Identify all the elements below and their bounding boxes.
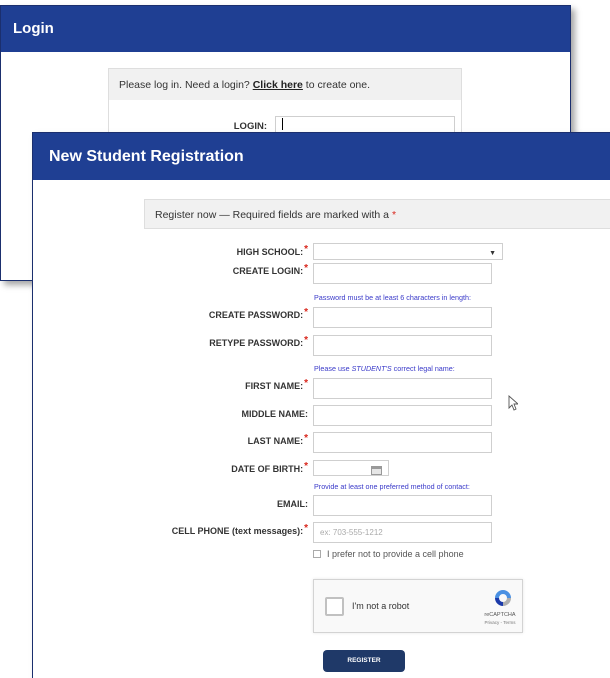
first-name-input[interactable] [313, 378, 492, 399]
mouse-cursor-icon [508, 395, 518, 411]
retype-password-label-text: RETYPE PASSWORD: [209, 338, 304, 348]
required-asterisk: * [304, 335, 308, 346]
date-of-birth-input[interactable] [313, 460, 389, 476]
middle-name-label-text: MIDDLE NAME: [241, 409, 309, 419]
date-of-birth-label: DATE OF BIRTH:* [108, 461, 308, 475]
high-school-select[interactable]: ▼ [313, 243, 503, 260]
create-password-label-text: CREATE PASSWORD: [208, 310, 304, 320]
first-name-label-text: FIRST NAME: [245, 381, 304, 391]
registration-header-text: Register now — Required fields are marke… [155, 209, 392, 221]
required-asterisk: * [304, 523, 308, 534]
recaptcha-widget: I'm not a robot reCAPTCHA Privacy - Term… [313, 579, 523, 633]
middle-name-label: MIDDLE NAME: [108, 409, 309, 419]
no-cell-phone-option[interactable]: I prefer not to provide a cell phone [313, 549, 464, 559]
create-password-label: CREATE PASSWORD:* [108, 307, 308, 321]
recaptcha-brand: reCAPTCHA [484, 612, 516, 618]
chevron-down-icon: ▼ [489, 250, 496, 257]
password-hint: Password must be at least 6 characters i… [314, 293, 472, 302]
date-of-birth-label-text: DATE OF BIRTH: [231, 464, 304, 474]
cell-phone-input[interactable]: ex: 703-555-1212 [313, 522, 492, 543]
cell-phone-label: CELL PHONE (text messages):* [108, 523, 308, 537]
email-label-text: EMAIL: [277, 499, 308, 509]
required-asterisk: * [304, 378, 308, 389]
required-asterisk: * [304, 433, 308, 444]
legal-name-hint: Please use STUDENT'S correct legal name: [314, 364, 455, 373]
registration-header: Register now — Required fields are marke… [144, 199, 610, 229]
required-asterisk: * [304, 461, 308, 472]
cell-phone-label-text: CELL PHONE (text messages): [171, 526, 304, 536]
required-asterisk: * [304, 307, 308, 318]
calendar-icon[interactable] [371, 466, 382, 475]
high-school-label-text: HIGH SCHOOL: [236, 247, 304, 257]
create-login-input[interactable] [313, 263, 492, 284]
create-login-label: CREATE LOGIN:* [108, 263, 308, 277]
create-login-label-text: CREATE LOGIN: [232, 266, 304, 276]
text-caret [282, 118, 283, 130]
legal-name-hint-emphasis: STUDENT'S [351, 364, 392, 373]
required-asterisk: * [304, 244, 308, 255]
first-name-label: FIRST NAME:* [108, 378, 308, 392]
last-name-input[interactable] [313, 432, 492, 453]
no-cell-phone-checkbox[interactable] [313, 550, 321, 558]
login-notice: Please log in. Need a login? Click here … [108, 68, 462, 100]
login-title: Login [1, 6, 570, 52]
login-notice-text: Please log in. Need a login? [119, 79, 253, 91]
retype-password-input[interactable] [313, 335, 492, 356]
legal-name-hint-suffix: correct legal name: [391, 364, 455, 373]
recaptcha-checkbox[interactable] [325, 597, 344, 616]
email-label: EMAIL: [108, 499, 308, 509]
recaptcha-privacy-terms-link[interactable]: Privacy - Terms [482, 620, 518, 625]
high-school-label: HIGH SCHOOL:* [108, 244, 308, 258]
create-login-link[interactable]: Click here [253, 79, 303, 91]
login-notice-suffix: to create one. [302, 79, 371, 91]
recaptcha-logo-icon [495, 590, 511, 606]
email-input[interactable] [313, 495, 492, 516]
cell-phone-placeholder: ex: 703-555-1212 [320, 528, 383, 537]
last-name-label: LAST NAME:* [108, 433, 308, 447]
create-password-input[interactable] [313, 307, 492, 328]
register-button[interactable]: REGISTER [323, 650, 405, 672]
middle-name-input[interactable] [313, 405, 492, 426]
no-cell-phone-label: I prefer not to provide a cell phone [327, 549, 464, 559]
login-label: LOGIN: [233, 121, 267, 132]
last-name-label-text: LAST NAME: [247, 436, 304, 446]
registration-window: New Student Registration Register now — … [32, 132, 610, 678]
recaptcha-label: I'm not a robot [352, 601, 410, 611]
required-asterisk: * [391, 209, 397, 221]
legal-name-hint-prefix: Please use [314, 364, 352, 373]
contact-hint: Provide at least one preferred method of… [314, 482, 470, 491]
retype-password-label: RETYPE PASSWORD:* [108, 335, 308, 349]
registration-title: New Student Registration [33, 133, 610, 180]
required-asterisk: * [304, 263, 308, 274]
